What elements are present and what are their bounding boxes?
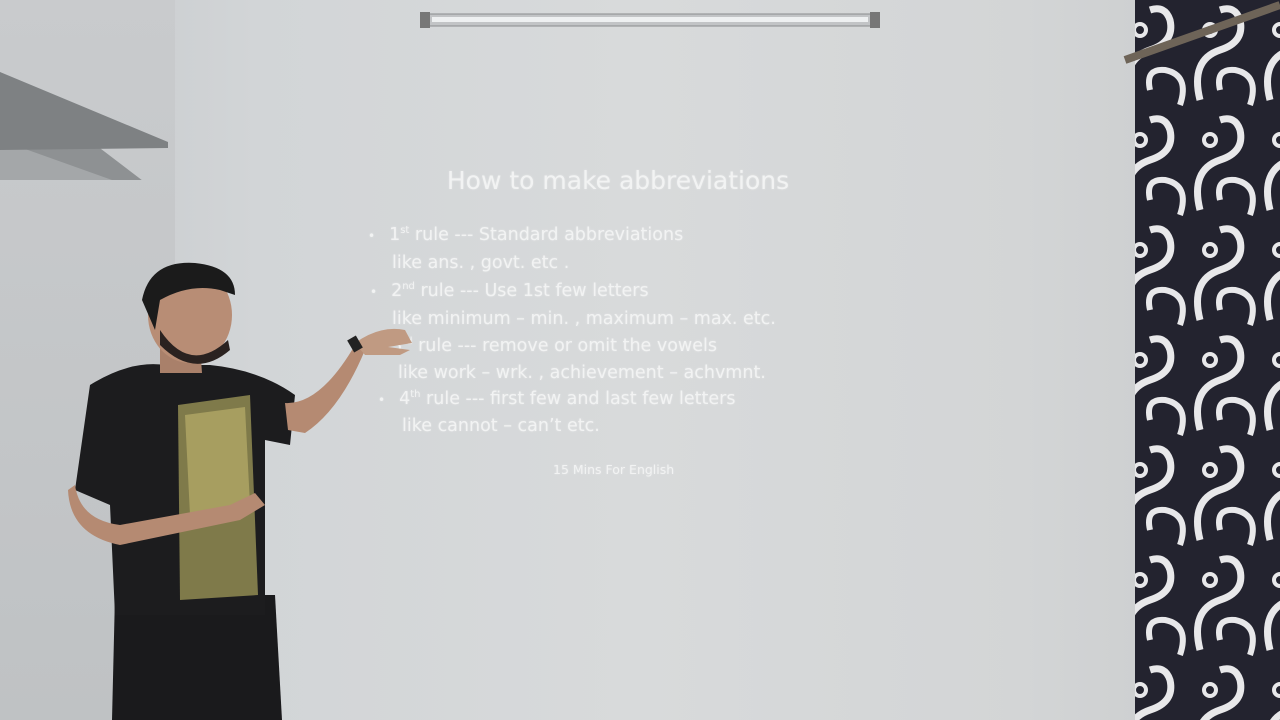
- bullet-icon: •: [368, 229, 376, 243]
- shelf: [0, 72, 168, 180]
- curtain: [1123, 0, 1280, 720]
- presenter: [68, 262, 412, 720]
- rule-3-example: like work – wrk. , achievement – achvmnt…: [398, 363, 766, 383]
- rule-1: • 1st rule --- Standard abbreviations: [368, 225, 684, 245]
- slide-title: How to make abbreviations: [446, 166, 790, 195]
- rule-2-example: like minimum – min. , maximum – max. etc…: [392, 309, 776, 329]
- tube-light: [420, 12, 880, 28]
- slide-footer: 15 Mins For English: [553, 462, 675, 477]
